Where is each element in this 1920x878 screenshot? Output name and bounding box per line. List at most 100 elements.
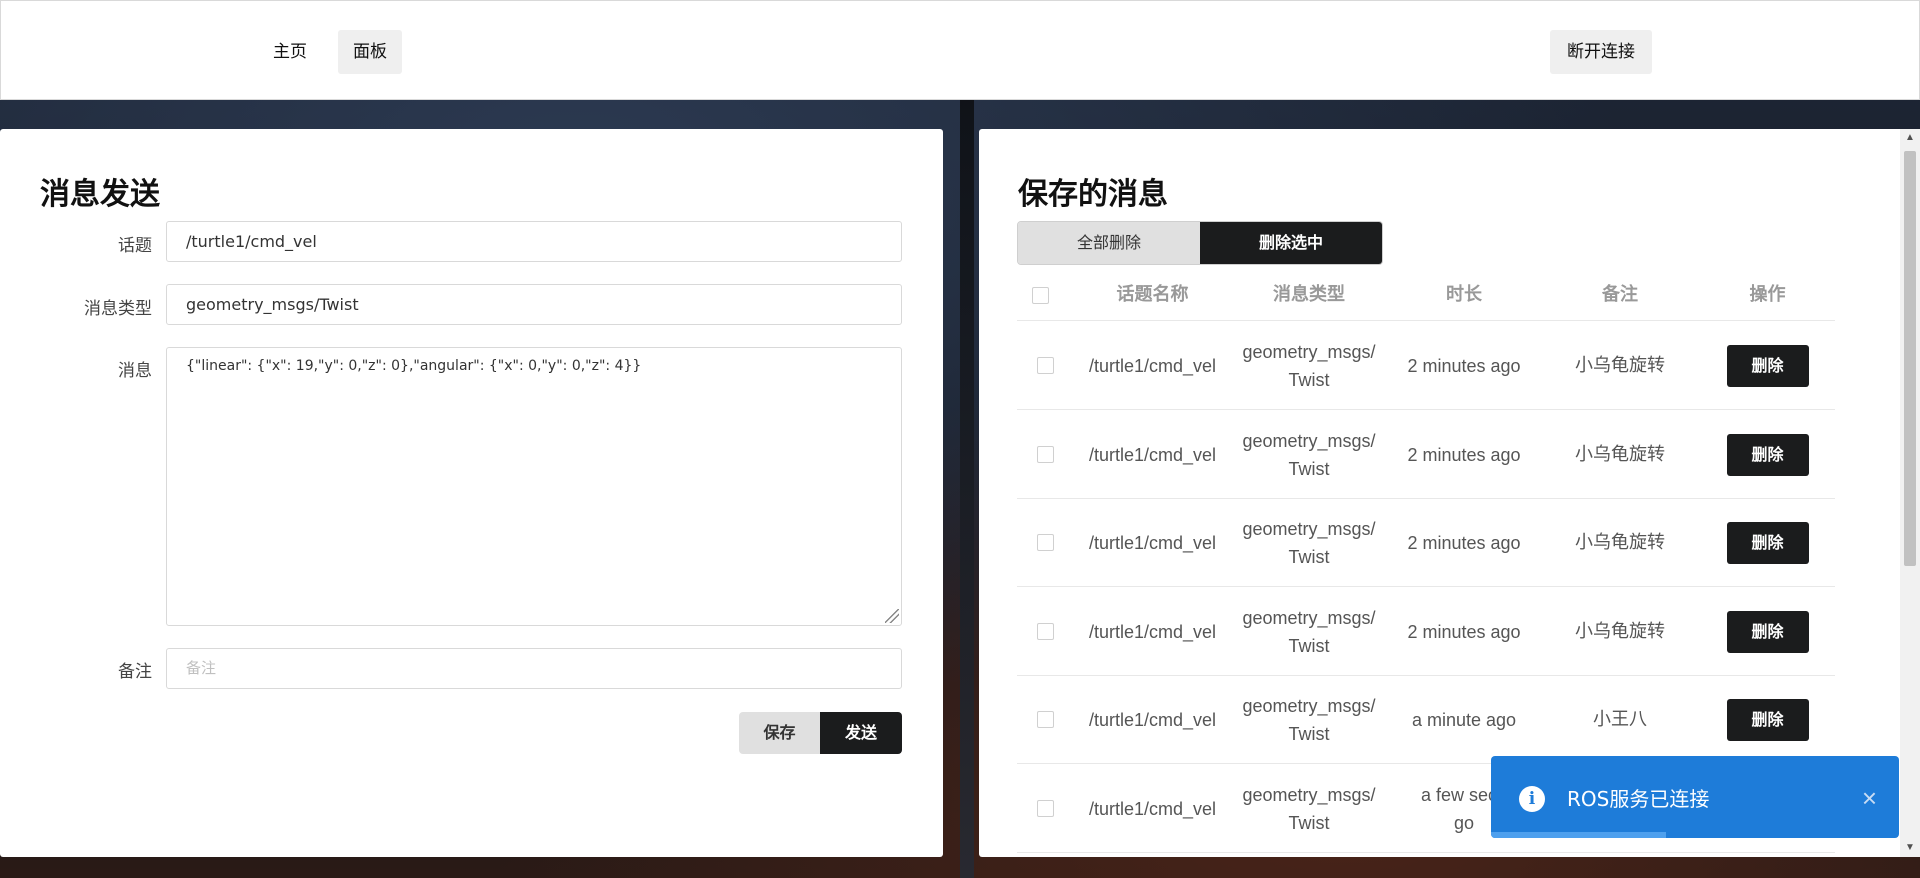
note-label: 备注 — [118, 662, 152, 682]
row-delete-button[interactable]: 删除 — [1726, 434, 1809, 476]
disconnect-button[interactable]: 断开连接 — [1550, 30, 1652, 74]
nav-home-link[interactable]: 主页 — [258, 30, 322, 74]
send-button[interactable]: 发送 — [820, 712, 902, 754]
close-icon[interactable]: × — [1862, 783, 1877, 813]
cell-time: a minute ago — [1388, 676, 1540, 764]
cell-type-line1: geometry_msgs/ — [1242, 608, 1376, 628]
cell-action: 删除 — [1700, 411, 1835, 499]
cell-action: 删除 — [1700, 322, 1835, 410]
row-checkbox[interactable] — [1037, 446, 1054, 463]
cell-topic: /turtle1/cmd_vel — [1088, 710, 1217, 730]
scroll-thumb[interactable] — [1904, 151, 1916, 566]
column-header-time: 时长 — [1446, 284, 1482, 305]
cell-type: geometry_msgs/Twist — [1230, 588, 1388, 676]
cell-type: geometry_msgs/Twist — [1230, 411, 1388, 499]
cell-note: 小乌龟旋转 — [1575, 621, 1665, 642]
top-nav-bar: 主页 面板 断开连接 — [0, 0, 1920, 100]
row-checkbox[interactable] — [1037, 623, 1054, 640]
message-send-panel: 消息发送 话题 /turtle1/cmd_vel 消息类型 geometry_m… — [0, 129, 943, 857]
row-delete-button[interactable]: 删除 — [1726, 699, 1809, 741]
message-label: 消息 — [118, 361, 152, 381]
row-delete-button[interactable]: 删除 — [1726, 345, 1809, 387]
message-type-input[interactable]: geometry_msgs/Twist — [166, 284, 902, 325]
cell-type: geometry_msgs/Twist — [1230, 676, 1388, 764]
row-delete-button[interactable]: 删除 — [1726, 522, 1809, 564]
message-textarea[interactable]: {"linear": {"x": 19,"y": 0,"z": 0},"angu… — [166, 347, 902, 626]
select-all-checkbox[interactable] — [1032, 287, 1049, 304]
cell-time: 2 minutes ago — [1388, 322, 1540, 410]
note-input[interactable]: 备注 — [166, 648, 902, 689]
row-checkbox[interactable] — [1037, 534, 1054, 551]
background-beam — [960, 100, 974, 878]
cell-action: 删除 — [1700, 499, 1835, 587]
connection-toast: i ROS服务已连接 × — [1491, 756, 1899, 838]
saved-messages-panel: 保存的消息 全部删除 删除选中 话题名称 消息类型 时长 备注 操作 /turt… — [979, 129, 1920, 857]
cell-type-line2: Twist — [1288, 724, 1330, 744]
table-row: /turtle1/cmd_vel geometry_msgs/Twist 2 m… — [1017, 322, 1835, 410]
cell-type-line2: Twist — [1288, 547, 1330, 567]
toast-message: ROS服务已连接 — [1567, 787, 1710, 811]
cell-type-line2: Twist — [1288, 636, 1330, 656]
cell-note: 小乌龟旋转 — [1575, 444, 1665, 465]
cell-time-line1: 2 minutes ago — [1407, 356, 1521, 376]
table-row: /turtle1/cmd_vel geometry_msgs/Twist 2 m… — [1017, 411, 1835, 499]
save-button[interactable]: 保存 — [739, 712, 820, 754]
resize-grip-icon[interactable] — [885, 609, 899, 623]
cell-action: 删除 — [1700, 676, 1835, 764]
message-text: {"linear": {"x": 19,"y": 0,"z": 0},"angu… — [186, 358, 642, 374]
cell-topic: /turtle1/cmd_vel — [1088, 799, 1217, 819]
cell-topic: /turtle1/cmd_vel — [1088, 445, 1217, 465]
cell-type-line1: geometry_msgs/ — [1242, 342, 1376, 362]
scroll-up-icon[interactable]: ▲ — [1900, 129, 1920, 147]
send-panel-title: 消息发送 — [40, 177, 160, 212]
cell-time-line2: go — [1453, 813, 1475, 833]
cell-type-line2: Twist — [1288, 459, 1330, 479]
row-delete-button[interactable]: 删除 — [1726, 611, 1809, 653]
cell-type-line1: geometry_msgs/ — [1242, 696, 1376, 716]
cell-time-line1: 2 minutes ago — [1407, 622, 1521, 642]
table-row: /turtle1/cmd_vel geometry_msgs/Twist a m… — [1017, 676, 1835, 764]
bulk-delete-actions: 全部删除 删除选中 — [1017, 221, 1383, 265]
row-checkbox[interactable] — [1037, 800, 1054, 817]
cell-type: geometry_msgs/Twist — [1230, 765, 1388, 853]
cell-topic: /turtle1/cmd_vel — [1088, 533, 1217, 553]
topic-label: 话题 — [118, 236, 152, 256]
delete-all-button[interactable]: 全部删除 — [1018, 222, 1200, 264]
column-header-action: 操作 — [1749, 284, 1786, 305]
cell-topic: /turtle1/cmd_vel — [1088, 622, 1217, 642]
table-row: /turtle1/cmd_vel geometry_msgs/Twist 2 m… — [1017, 499, 1835, 587]
cell-time-line1: 2 minutes ago — [1407, 445, 1521, 465]
nav-panel-link[interactable]: 面板 — [338, 30, 402, 74]
toast-progress-bar — [1491, 832, 1667, 838]
message-type-label: 消息类型 — [84, 299, 152, 319]
table-header: 话题名称 消息类型 时长 备注 操作 — [1017, 269, 1835, 321]
cell-action: 删除 — [1700, 588, 1835, 676]
cell-time: 2 minutes ago — [1388, 411, 1540, 499]
table-row: /turtle1/cmd_vel geometry_msgs/Twist 2 m… — [1017, 588, 1835, 676]
row-checkbox[interactable] — [1037, 711, 1054, 728]
cell-time-line1: a minute ago — [1411, 710, 1517, 730]
cell-time: 2 minutes ago — [1388, 499, 1540, 587]
send-actions: 保存 发送 — [739, 712, 902, 754]
cell-type: geometry_msgs/Twist — [1230, 499, 1388, 587]
cell-time-line1: 2 minutes ago — [1407, 533, 1521, 553]
cell-type-line2: Twist — [1288, 370, 1330, 390]
cell-topic: /turtle1/cmd_vel — [1088, 356, 1217, 376]
column-header-topic: 话题名称 — [1116, 284, 1189, 305]
info-icon: i — [1519, 786, 1545, 812]
cell-type-line2: Twist — [1288, 813, 1330, 833]
page-scrollbar[interactable]: ▲ ▼ — [1900, 129, 1920, 857]
cell-type: geometry_msgs/Twist — [1230, 322, 1388, 410]
cell-type-line1: geometry_msgs/ — [1242, 519, 1376, 539]
scroll-down-icon[interactable]: ▼ — [1900, 839, 1920, 857]
saved-panel-title: 保存的消息 — [1018, 177, 1168, 212]
row-checkbox[interactable] — [1037, 357, 1054, 374]
cell-note: 小乌龟旋转 — [1575, 532, 1665, 553]
delete-selected-button[interactable]: 删除选中 — [1200, 222, 1382, 264]
cell-type-line1: geometry_msgs/ — [1242, 785, 1376, 805]
cell-note: 小乌龟旋转 — [1575, 355, 1665, 376]
cell-time: 2 minutes ago — [1388, 588, 1540, 676]
column-header-type: 消息类型 — [1273, 284, 1345, 305]
topic-input[interactable]: /turtle1/cmd_vel — [166, 221, 902, 262]
cell-type-line1: geometry_msgs/ — [1242, 431, 1376, 451]
